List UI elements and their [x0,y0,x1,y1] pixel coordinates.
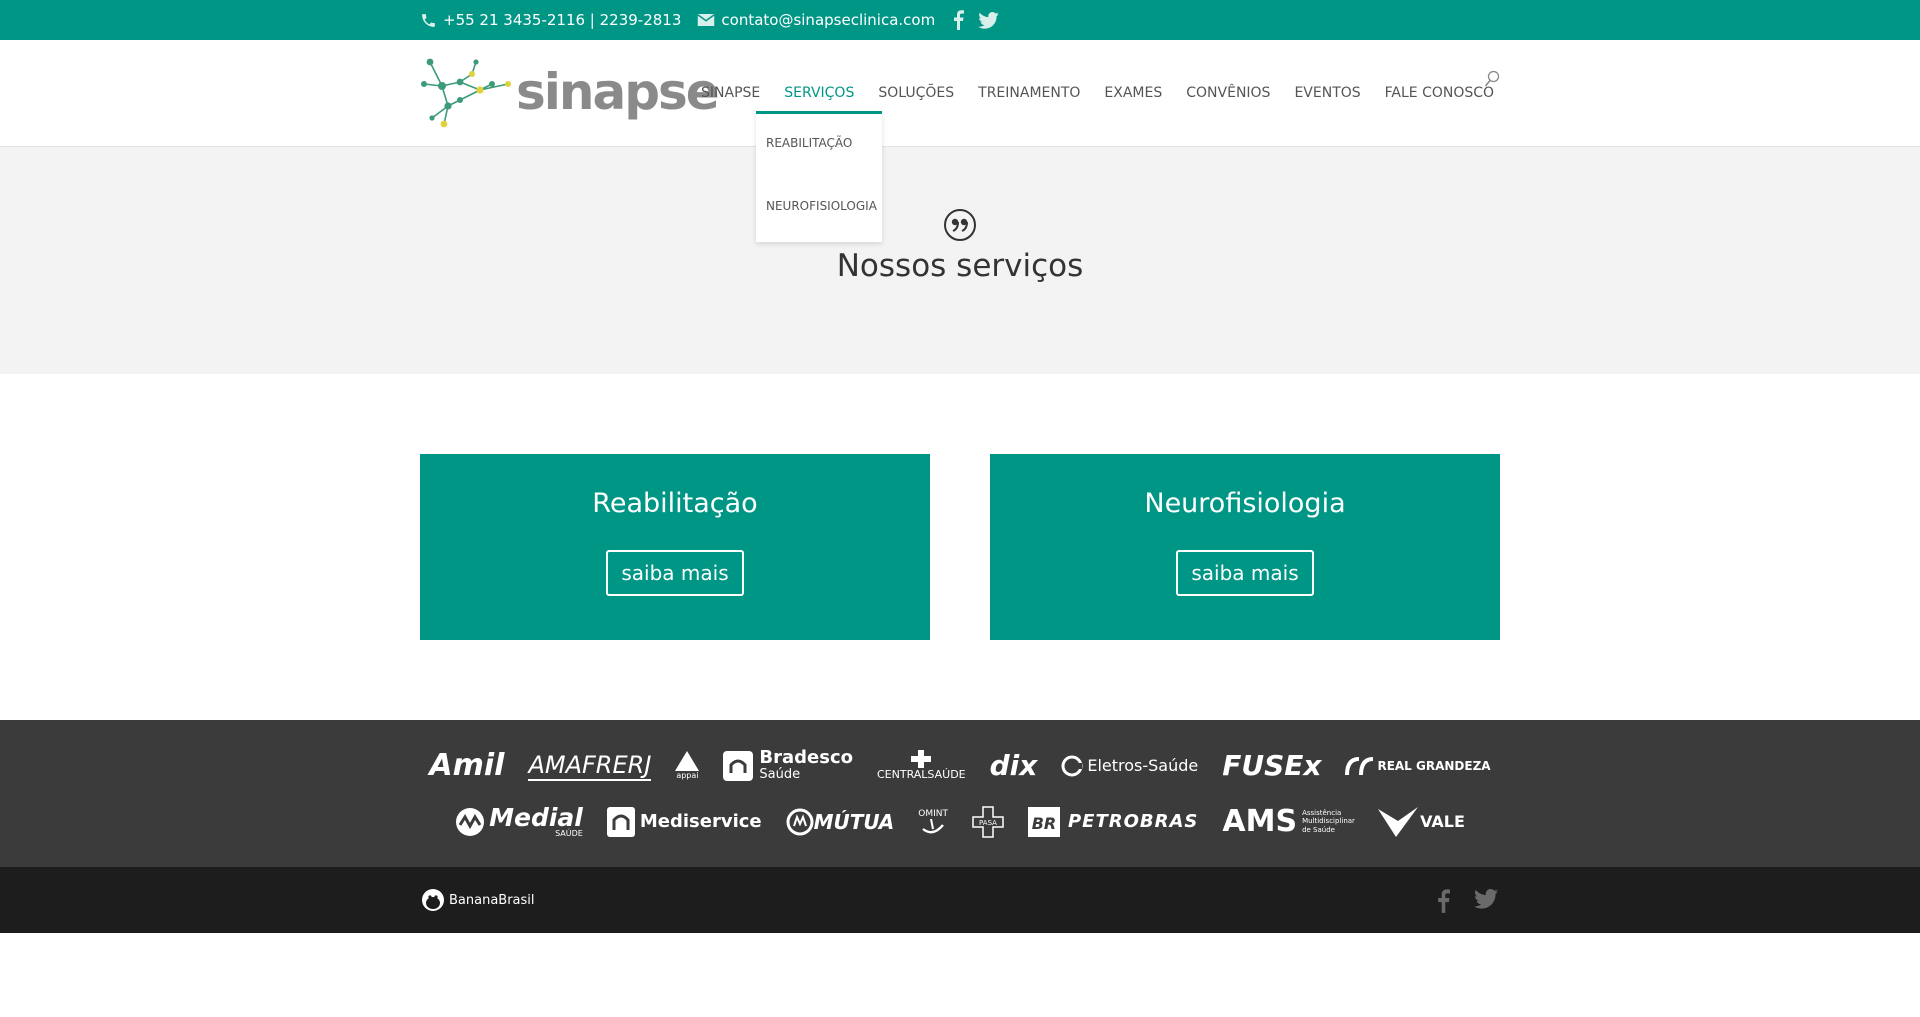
partner-logo-vale: VALE [1378,806,1465,837]
partner-logo-medial: Medial SAÚDE [455,805,583,838]
bradesco-icon [723,750,754,781]
nav-item-exames[interactable]: EXAMES [1104,40,1162,146]
partner-logo-text: AMS [1222,804,1298,839]
appai-triangle-icon [675,751,700,771]
partner-logo-fusex: FUSEx [1222,749,1322,782]
service-title: Reabilitação [592,488,758,519]
site-logo[interactable]: sinapse [420,56,720,128]
partner-logo-amafrerj: AMAFRERJ [528,750,652,781]
monkey-icon [422,889,444,911]
nav-item-convenios[interactable]: CONVÊNIOS [1186,40,1270,146]
dropdown-item-reabilitacao[interactable]: REABILITAÇÃO [766,136,852,150]
partner-logo-petrobras: BR PETROBRAS [1027,806,1199,837]
partner-logo-appai: appai [675,751,700,780]
facebook-icon[interactable] [1437,889,1450,913]
phone-text: +55 21 3435-2116 | 2239-2813 [443,11,682,29]
service-title: Neurofisiologia [1144,488,1346,519]
partner-logo-text: MÚTUA [813,809,895,834]
envelope-icon [697,14,716,26]
partners-row-1: Amil AMAFRERJ appai Bradesco Saúde CENTR… [0,748,1920,783]
partner-logo-subtext: Assistência Multidisciplinar de Saúde [1302,808,1355,834]
partners-row-2: Medial SAÚDE Mediservice MÚTUA OMINT PAS… [0,804,1920,839]
facebook-icon[interactable] [953,10,965,30]
credit-text: BananaBrasil [449,892,535,908]
main-header: sinapse SINAPSE SERVIÇOS SOLUÇÕES TREINA… [0,40,1920,147]
mutua-icon [786,808,814,835]
nav-item-treinamento[interactable]: TREINAMENTO [978,40,1080,146]
partner-logo-eletros-saude: Eletros-Saúde [1061,755,1198,777]
developer-credit[interactable]: BananaBrasil [421,887,535,913]
vale-v-icon [1378,806,1419,837]
omint-swoosh-icon [922,818,945,833]
hero-section: Nossos serviços [0,147,1920,374]
nav-item-solucoes[interactable]: SOLUÇÕES [878,40,954,146]
partner-logo-bradesco: Bradesco Saúde [723,747,853,783]
molecule-logo-icon [421,58,511,128]
service-card-reabilitacao: Reabilitação saiba mais [420,454,930,640]
nav-item-eventos[interactable]: EVENTOS [1294,40,1360,146]
twitter-icon[interactable] [978,11,999,29]
email-link[interactable]: contato@sinapseclinica.com [721,11,935,29]
partners-band: Amil AMAFRERJ appai Bradesco Saúde CENTR… [0,720,1920,867]
partner-logo-text: Eletros-Saúde [1087,756,1199,775]
partner-logo-amil: Amil [429,748,505,783]
medial-icon [456,807,485,836]
logo-text: sinapse [516,63,720,121]
phone-icon [422,13,435,27]
dropdown-item-neurofisiologia[interactable]: NEUROFISIOLOGIA [766,199,877,213]
cross-icon [911,750,932,768]
eletros-icon [1061,755,1083,776]
partner-logo-pasa: PASA [972,805,1004,838]
phone-contact: +55 21 3435-2116 | 2239-2813 [420,11,681,29]
page-title: Nossos serviços [836,248,1084,284]
top-bar: +55 21 3435-2116 | 2239-2813 contato@sin… [0,0,1920,40]
real-grandeza-icon [1345,756,1374,775]
footer-bar: BananaBrasil [0,867,1920,933]
partner-logo-text: VALE [1420,812,1465,831]
partner-logo-real-grandeza: REAL GRANDEZA [1345,755,1491,777]
partner-logo-subtext: Saúde [759,767,801,783]
partner-logo-mutua: MÚTUA [786,808,895,836]
partner-logo-ams: AMS Assistência Multidisciplinar de Saúd… [1222,804,1355,839]
svg-text:BR: BR [1032,814,1057,833]
twitter-icon[interactable] [1474,889,1498,913]
partner-logo-text: REAL GRANDEZA [1377,758,1491,773]
partner-logo-dix: dix [989,749,1038,782]
partner-logo-mediservice: Mediservice [606,806,762,837]
servicos-dropdown: REABILITAÇÃO NEUROFISIOLOGIA [756,111,882,242]
nav-item-sinapse[interactable]: SINAPSE [701,40,760,146]
mediservice-icon [606,806,635,837]
partner-logo-text: CENTRALSAÚDE [877,768,966,781]
email-contact[interactable]: contato@sinapseclinica.com [697,11,935,29]
footer-social [1413,889,1498,913]
search-icon[interactable] [1484,70,1500,92]
partner-logo-subtext: SAÚDE [555,829,583,838]
partner-logo-text: Medial [489,803,583,832]
partner-logo-text: OMINT [918,808,948,819]
br-icon: BR [1027,806,1060,837]
saiba-mais-button[interactable]: saiba mais [1176,550,1314,596]
quote-icon [943,208,977,246]
partner-logo-omint: OMINT [918,809,948,835]
pasa-cross-icon: PASA [972,805,1004,838]
partner-logo-text: Mediservice [639,811,762,832]
partner-logo-text: PASA [979,819,997,827]
partner-logo-text: appai [676,771,699,780]
service-card-neurofisiologia: Neurofisiologia saiba mais [990,454,1500,640]
nav-item-fale-conosco[interactable]: FALE CONOSCO [1385,40,1494,146]
partner-logo-text: PETROBRAS [1067,811,1199,832]
topbar-social [953,10,1013,30]
saiba-mais-button[interactable]: saiba mais [606,550,744,596]
partner-logo-text: Bradesco [759,747,853,769]
partner-logo-centralsaude: CENTRALSAÚDE [877,750,966,781]
